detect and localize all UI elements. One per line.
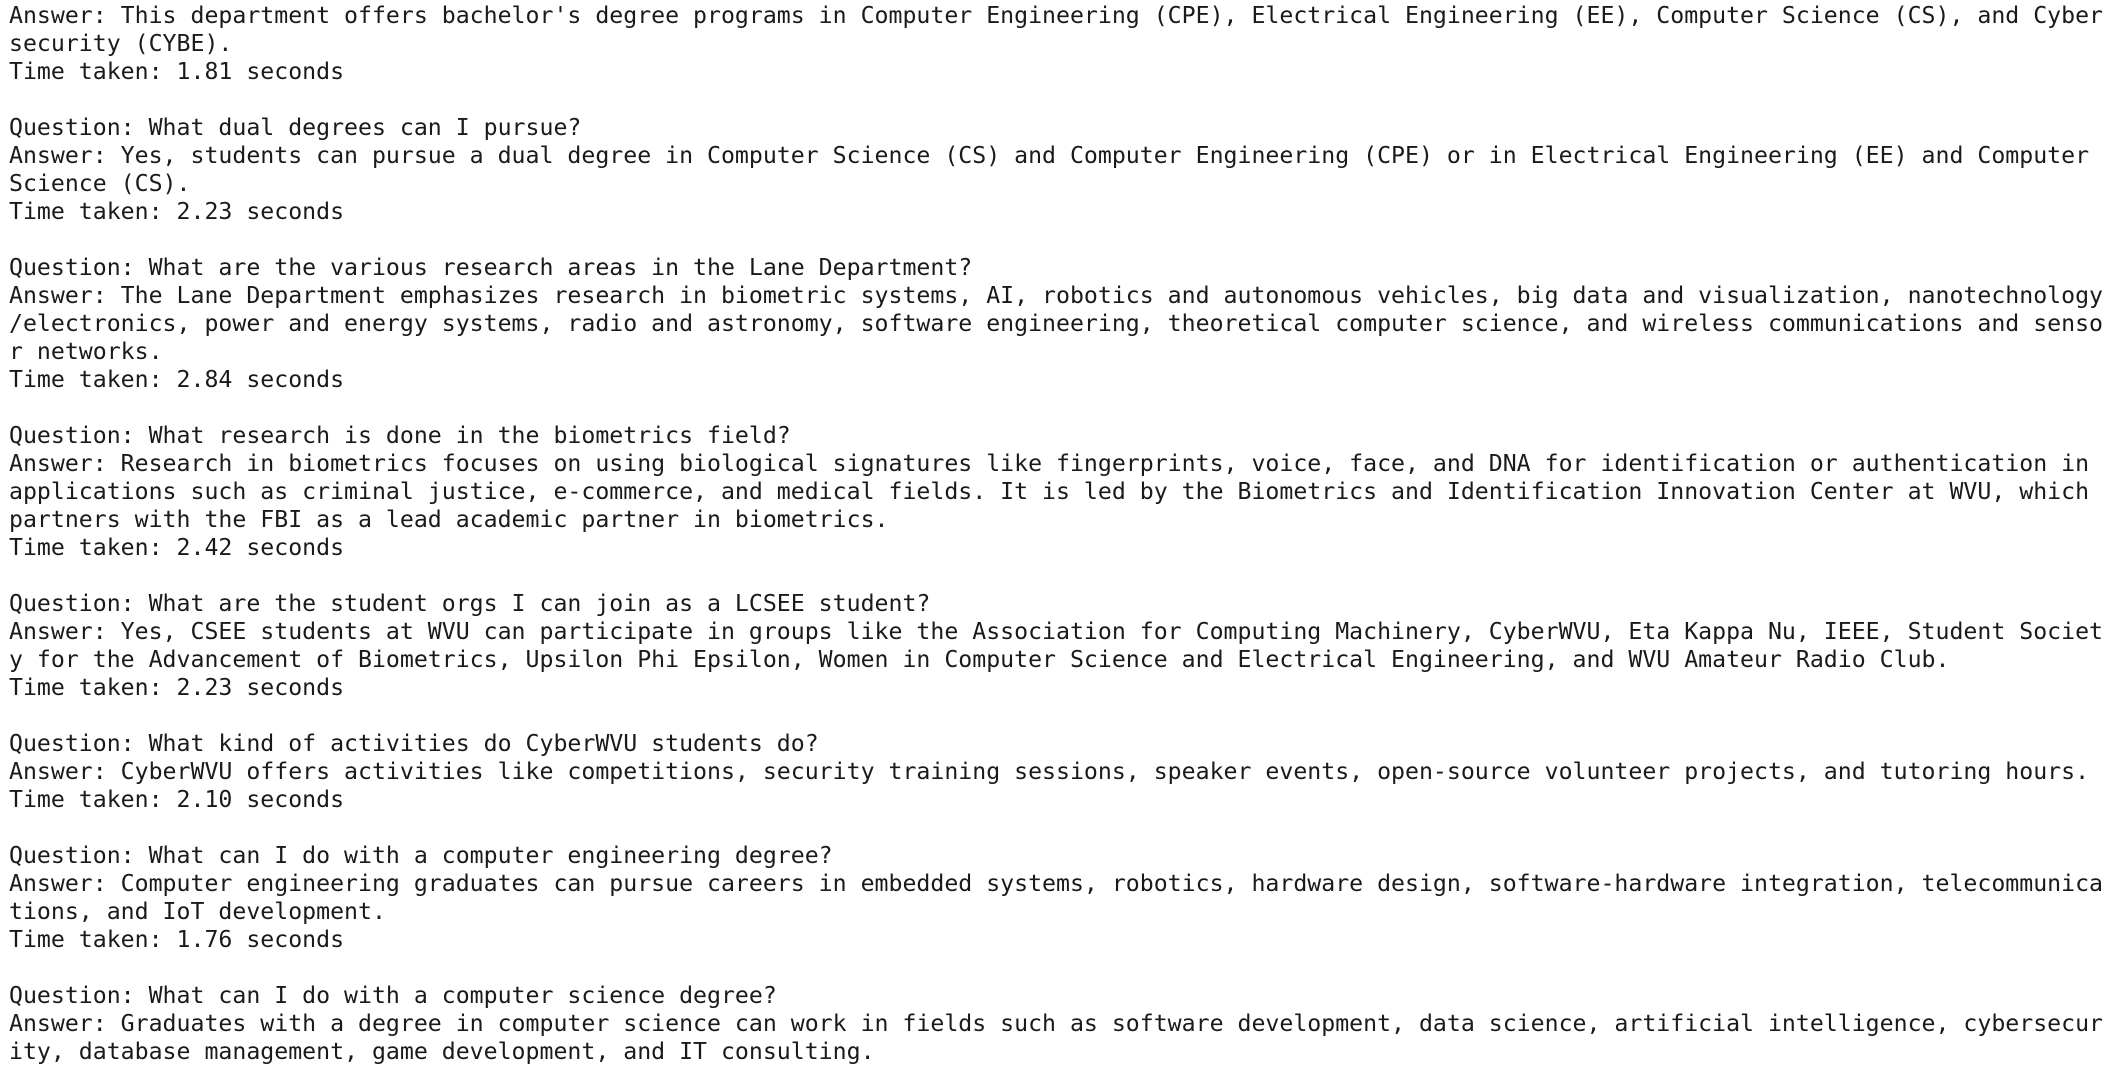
output-line: Question: What kind of activities do Cyb… (9, 730, 819, 757)
output-line: Answer: Research in biometrics focuses o… (9, 450, 2090, 477)
output-line: y for the Advancement of Biometrics, Ups… (9, 646, 1950, 673)
output-line: Time taken: 2.10 seconds (9, 786, 345, 813)
output-line: Time taken: 1.81 seconds (9, 58, 345, 85)
output-line: Time taken: 2.84 seconds (9, 366, 345, 393)
output-line: Time taken: 2.23 seconds (9, 674, 345, 701)
output-line: Time taken: 2.23 seconds (9, 198, 345, 225)
output-line: Science (CS). (9, 170, 191, 197)
terminal-output[interactable]: Answer: This department offers bachelor'… (0, 0, 2118, 1070)
output-line: Question: What are the various research … (9, 254, 973, 281)
output-line: Question: What can I do with a computer … (9, 842, 833, 869)
output-line: partners with the FBI as a lead academic… (9, 506, 889, 533)
output-line: Answer: CyberWVU offers activities like … (9, 758, 2090, 785)
output-line: Question: What can I do with a computer … (9, 982, 777, 1009)
output-line: Time taken: 2.42 seconds (9, 534, 345, 561)
output-line: Question: What dual degrees can I pursue… (9, 114, 582, 141)
output-line: ity, database management, game developme… (9, 1038, 875, 1065)
output-line: Time taken: 1.76 seconds (9, 926, 345, 953)
output-line: /electronics, power and energy systems, … (9, 310, 2104, 337)
output-line: Question: What are the student orgs I ca… (9, 590, 931, 617)
output-line: Answer: The Lane Department emphasizes r… (9, 282, 2104, 309)
output-line: tions, and IoT development. (9, 898, 386, 925)
output-line: applications such as criminal justice, e… (9, 478, 2090, 505)
output-line: r networks. (9, 338, 163, 365)
output-line: security (CYBE). (9, 30, 233, 57)
output-line: Question: What research is done in the b… (9, 422, 791, 449)
output-line: Answer: Yes, CSEE students at WVU can pa… (9, 618, 2104, 645)
output-line: Answer: Computer engineering graduates c… (9, 870, 2104, 897)
output-line: Answer: Graduates with a degree in compu… (9, 1010, 2104, 1037)
output-line: Answer: Yes, students can pursue a dual … (9, 142, 2090, 169)
output-line: Answer: This department offers bachelor'… (9, 2, 2104, 29)
